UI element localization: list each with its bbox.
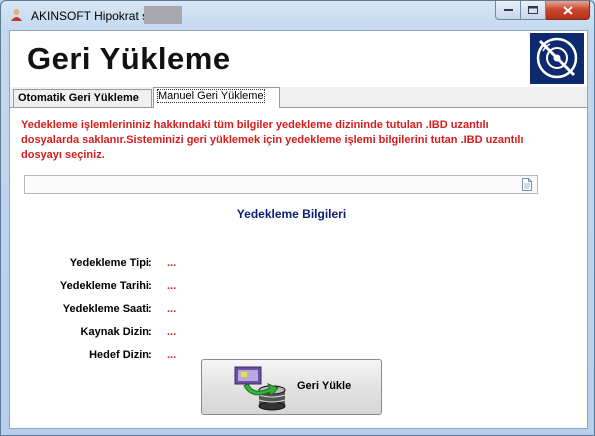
field-value-target-dir: ... — [167, 349, 177, 361]
field-colon: : — [148, 349, 152, 361]
field-label: Yedekleme Tipi — [69, 257, 149, 269]
close-icon — [562, 5, 573, 15]
page-header: Geri Yükleme — [10, 31, 587, 86]
tab-manuel-geri-yukleme[interactable]: Manuel Geri Yükleme — [153, 87, 280, 108]
page-title: Geri Yükleme — [27, 41, 231, 76]
field-label: Hedef Dizin — [89, 349, 149, 361]
client-area: Geri Yükleme Otomatik Geri Yükleme Manue… — [9, 30, 588, 429]
section-title: Yedekleme Bilgileri — [236, 207, 347, 221]
field-value-backup-date: ... — [167, 280, 177, 292]
field-value-source-dir: ... — [167, 326, 177, 338]
maximize-button[interactable] — [521, 1, 546, 20]
window-controls — [495, 1, 590, 21]
field-colon: : — [148, 257, 152, 269]
title-redaction — [144, 6, 182, 24]
title-bar[interactable]: AKINSOFT Hipokrat s — [1, 1, 594, 29]
restore-database-icon — [234, 366, 286, 411]
close-button[interactable] — [546, 1, 590, 20]
maximize-icon — [528, 6, 538, 14]
restore-button[interactable]: Geri Yükle — [201, 359, 382, 415]
tab-strip: Otomatik Geri Yükleme Manuel Geri Yüklem… — [10, 87, 587, 108]
app-icon — [11, 9, 22, 21]
minimize-button[interactable] — [495, 1, 521, 20]
field-value-backup-time: ... — [167, 303, 177, 315]
field-label: Kaynak Dizin — [80, 326, 149, 338]
field-label: Yedekleme Tarihi — [59, 280, 149, 292]
tab-otomatik-geri-yukleme[interactable]: Otomatik Geri Yükleme — [13, 89, 152, 107]
restore-button-label: Geri Yükle — [297, 380, 352, 392]
backup-file-path-input[interactable] — [24, 175, 538, 194]
field-colon: : — [148, 303, 152, 315]
app-window: AKINSOFT Hipokrat s Geri Yükleme Otomati… — [0, 0, 595, 436]
field-colon: : — [148, 280, 152, 292]
field-label: Yedekleme Saati — [62, 303, 149, 315]
tab-label: Manuel Geri Yükleme — [157, 89, 265, 103]
info-text: Yedekleme işlemlerininiz hakkındaki tüm … — [21, 119, 524, 161]
field-colon: : — [148, 326, 152, 338]
cd-logo-icon — [529, 32, 585, 85]
window-title: AKINSOFT Hipokrat s — [31, 9, 149, 23]
file-browse-icon[interactable] — [522, 178, 532, 191]
minimize-icon — [503, 9, 513, 11]
tab-label: Otomatik Geri Yükleme — [18, 92, 139, 104]
field-value-backup-type: ... — [167, 257, 177, 269]
manual-restore-panel: Yedekleme işlemlerininiz hakkındaki tüm … — [10, 108, 587, 428]
